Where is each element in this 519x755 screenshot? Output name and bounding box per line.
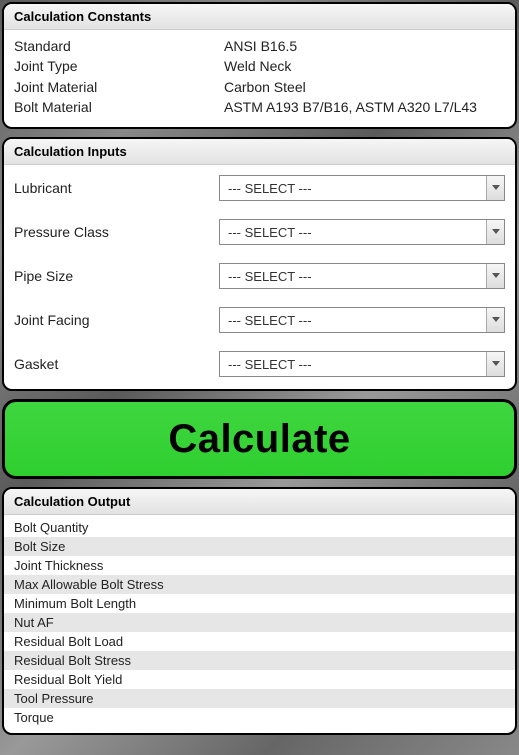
const-row: Joint Material Carbon Steel	[14, 77, 505, 97]
const-value: Weld Neck	[224, 56, 505, 76]
select-value: --- SELECT ---	[220, 181, 486, 196]
output-row: Bolt Size	[4, 537, 515, 556]
input-label: Gasket	[14, 356, 219, 372]
output-row: Minimum Bolt Length	[4, 594, 515, 613]
constants-panel: Calculation Constants Standard ANSI B16.…	[2, 2, 517, 129]
output-row: Residual Bolt Yield	[4, 670, 515, 689]
const-row: Bolt Material ASTM A193 B7/B16, ASTM A32…	[14, 97, 505, 117]
output-body: Bolt Quantity Bolt Size Joint Thickness …	[4, 515, 515, 733]
select-value: --- SELECT ---	[220, 313, 486, 328]
input-label: Joint Facing	[14, 312, 219, 328]
const-label: Joint Type	[14, 56, 224, 76]
const-label: Bolt Material	[14, 97, 224, 117]
calculate-button[interactable]: Calculate	[2, 399, 517, 479]
input-label: Pipe Size	[14, 268, 219, 284]
chevron-down-icon	[486, 176, 504, 200]
const-value: ASTM A193 B7/B16, ASTM A320 L7/L43	[224, 97, 505, 117]
select-value: --- SELECT ---	[220, 225, 486, 240]
output-row: Nut AF	[4, 613, 515, 632]
joint-facing-select[interactable]: --- SELECT ---	[219, 307, 505, 333]
output-row: Torque	[4, 708, 515, 727]
output-row: Residual Bolt Load	[4, 632, 515, 651]
output-row: Residual Bolt Stress	[4, 651, 515, 670]
const-value: Carbon Steel	[224, 77, 505, 97]
chevron-down-icon	[486, 264, 504, 288]
const-value: ANSI B16.5	[224, 36, 505, 56]
constants-body: Standard ANSI B16.5 Joint Type Weld Neck…	[4, 30, 515, 127]
input-row-gasket: Gasket --- SELECT ---	[14, 351, 505, 377]
input-row-lubricant: Lubricant --- SELECT ---	[14, 175, 505, 201]
input-row-joint-facing: Joint Facing --- SELECT ---	[14, 307, 505, 333]
select-value: --- SELECT ---	[220, 269, 486, 284]
chevron-down-icon	[486, 352, 504, 376]
const-label: Standard	[14, 36, 224, 56]
output-header: Calculation Output	[4, 489, 515, 515]
gasket-select[interactable]: --- SELECT ---	[219, 351, 505, 377]
lubricant-select[interactable]: --- SELECT ---	[219, 175, 505, 201]
constants-header: Calculation Constants	[4, 4, 515, 30]
pressure-class-select[interactable]: --- SELECT ---	[219, 219, 505, 245]
select-value: --- SELECT ---	[220, 357, 486, 372]
input-label: Pressure Class	[14, 224, 219, 240]
output-row: Tool Pressure	[4, 689, 515, 708]
input-row-pipe-size: Pipe Size --- SELECT ---	[14, 263, 505, 289]
output-row: Max Allowable Bolt Stress	[4, 575, 515, 594]
inputs-panel: Calculation Inputs Lubricant --- SELECT …	[2, 137, 517, 391]
const-row: Joint Type Weld Neck	[14, 56, 505, 76]
input-label: Lubricant	[14, 180, 219, 196]
chevron-down-icon	[486, 308, 504, 332]
output-panel: Calculation Output Bolt Quantity Bolt Si…	[2, 487, 517, 735]
pipe-size-select[interactable]: --- SELECT ---	[219, 263, 505, 289]
output-row: Joint Thickness	[4, 556, 515, 575]
output-row: Bolt Quantity	[4, 518, 515, 537]
const-row: Standard ANSI B16.5	[14, 36, 505, 56]
input-row-pressure-class: Pressure Class --- SELECT ---	[14, 219, 505, 245]
inputs-header: Calculation Inputs	[4, 139, 515, 165]
chevron-down-icon	[486, 220, 504, 244]
inputs-body: Lubricant --- SELECT --- Pressure Class …	[4, 165, 515, 389]
const-label: Joint Material	[14, 77, 224, 97]
